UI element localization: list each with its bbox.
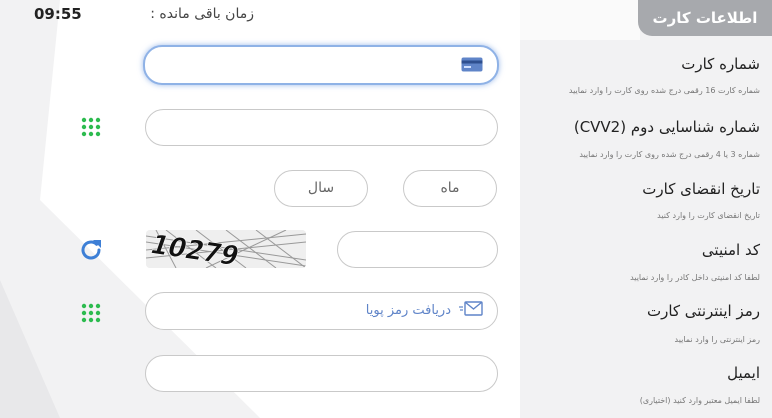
card-number-input[interactable] <box>145 47 497 83</box>
internet-pin-hint: رمز اینترنتی را وارد نمایید <box>674 335 760 344</box>
captcha-hint: لطفا کد امنیتی داخل کادر را وارد نمایید <box>630 273 760 282</box>
expiry-year-field[interactable]: سال <box>274 170 368 207</box>
internet-pin-label: رمز اینترنتی کارت <box>646 302 760 320</box>
keypad-icon[interactable] <box>81 303 101 323</box>
email-hint: لطفا ایمیل معتبر وارد کنید (اختیاری) <box>639 396 760 405</box>
cvv2-field[interactable] <box>145 109 498 146</box>
remaining-time: زمان باقی مانده : 09:55 <box>34 5 254 26</box>
cvv2-hint: شماره 3 یا 4 رقمی درج شده روی کارت را وا… <box>579 150 760 159</box>
get-dynamic-pin-label: دریافت رمز پویا <box>365 303 451 318</box>
envelope-icon <box>459 301 483 320</box>
cvv2-label: شماره شناسایی دوم (CVV2) <box>573 118 760 136</box>
expiry-hint: تاریخ انقضای کارت را وارد کنید <box>657 211 760 220</box>
expiry-month-field[interactable]: ماه <box>403 170 497 207</box>
card-number-label: شماره کارت <box>681 55 760 73</box>
email-input[interactable] <box>146 356 497 391</box>
keypad-icon[interactable] <box>81 117 101 137</box>
get-dynamic-pin-button[interactable]: دریافت رمز پویا <box>366 301 483 320</box>
expiry-label: تاریخ انقضای کارت <box>642 180 760 198</box>
captcha-label: کد امنیتی <box>701 241 760 259</box>
email-field[interactable] <box>145 355 498 392</box>
refresh-icon[interactable] <box>78 237 104 263</box>
remaining-time-label: زمان باقی مانده : <box>150 6 254 22</box>
internet-pin-field[interactable]: دریافت رمز پویا <box>145 292 498 330</box>
credit-card-icon <box>461 57 483 72</box>
email-label: ایمیل <box>727 364 760 382</box>
card-number-field[interactable] <box>143 45 499 85</box>
captcha-input[interactable] <box>338 232 497 267</box>
remaining-time-value: 09:55 <box>34 5 82 23</box>
captcha-field[interactable] <box>337 231 498 268</box>
card-info-header: اطلاعات کارت <box>638 0 772 36</box>
captcha-image: 10279 <box>146 230 306 268</box>
cvv2-input[interactable] <box>146 110 497 145</box>
card-number-hint: شماره کارت 16 رقمی درج شده روی کارت را و… <box>568 86 760 95</box>
